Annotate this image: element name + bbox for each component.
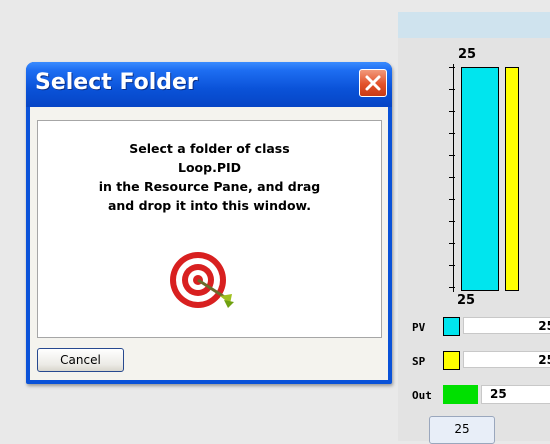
drop-target-panel[interactable]: Select a folder of class Loop.PID in the… [37, 120, 382, 338]
message-line: in the Resource Pane, and drag [98, 179, 321, 194]
scale-min-label: 25 [457, 293, 476, 308]
scale-tick [449, 177, 455, 178]
sp-value-field[interactable]: 25 [463, 351, 550, 368]
scale-tick [449, 67, 455, 68]
sp-color-swatch [443, 351, 460, 370]
pv-label: PV [412, 321, 426, 334]
scale-tick [449, 199, 455, 200]
scale-tick [449, 243, 455, 244]
scale-tick [449, 89, 455, 90]
scale-tick [449, 133, 455, 134]
dialog-titlebar[interactable]: Select Folder [26, 62, 392, 107]
target-dart-icon [170, 252, 234, 308]
cancel-button[interactable]: Cancel [37, 348, 124, 372]
scale-tick [449, 287, 455, 288]
out-label: Out [412, 389, 432, 402]
scale-tick [449, 265, 455, 266]
close-icon [365, 75, 381, 91]
message-line: Loop.PID [177, 160, 242, 175]
faceplate-header-strip [398, 12, 550, 38]
instruction-message: Select a folder of class Loop.PID in the… [38, 139, 381, 215]
dialog-body: Select a folder of class Loop.PID in the… [30, 107, 388, 380]
message-line: Select a folder of class [129, 141, 290, 156]
message-line: and drop it into this window. [107, 198, 312, 213]
out-value-field[interactable]: 25 [481, 385, 550, 404]
bottom-value-field[interactable]: 25 [429, 416, 495, 444]
sp-bar [505, 67, 519, 291]
scale-axis [453, 64, 454, 292]
pv-value-field[interactable]: 25 [463, 317, 550, 334]
close-button[interactable] [359, 69, 387, 97]
pv-color-swatch [443, 317, 460, 336]
scale-max-label: 25 [458, 47, 477, 62]
scale-tick [449, 221, 455, 222]
scale-tick [449, 155, 455, 156]
out-color-swatch [443, 385, 478, 404]
pv-bar [461, 67, 499, 291]
dialog-title: Select Folder [35, 70, 198, 95]
select-folder-dialog: Select Folder Select a folder of class L… [26, 62, 392, 384]
scale-tick [449, 111, 455, 112]
sp-label: SP [412, 355, 426, 368]
